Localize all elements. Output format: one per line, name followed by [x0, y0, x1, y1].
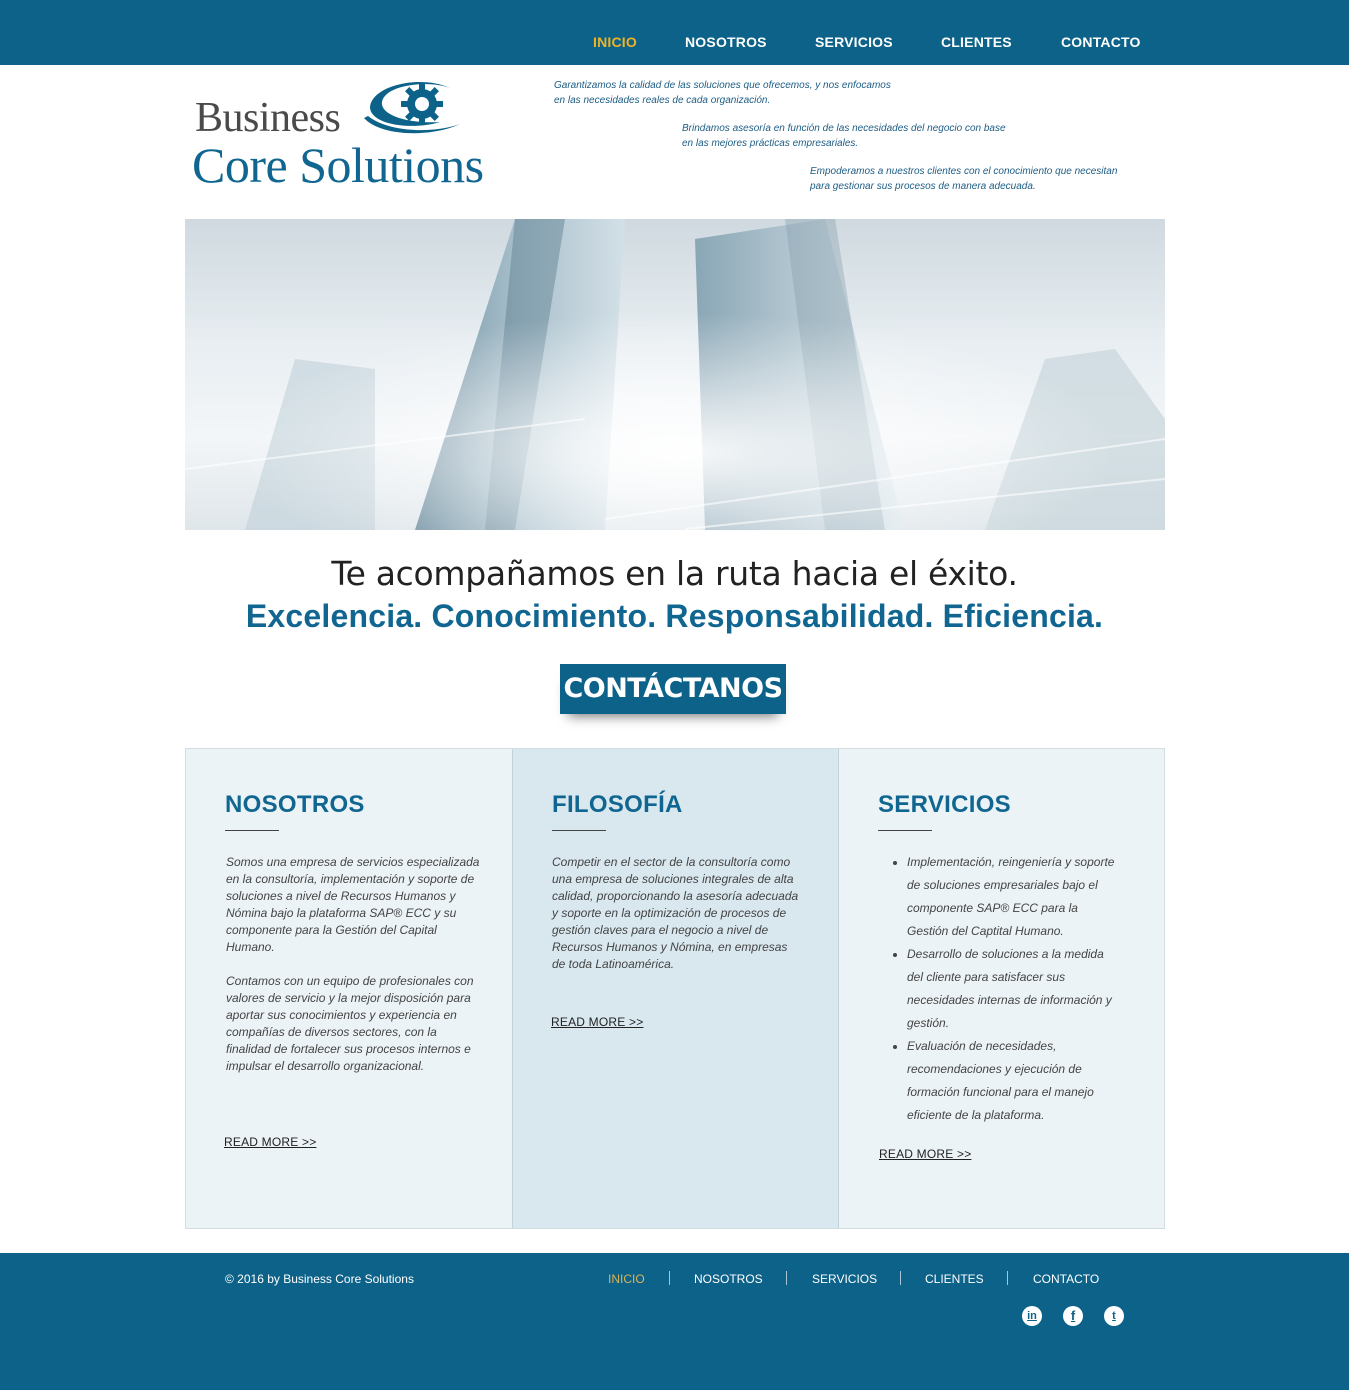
tagline-1-line-1: Garantizamos la calidad de las solucione… [554, 80, 891, 91]
column-title: NOSOTROS [225, 791, 365, 818]
nav-nosotros[interactable]: NOSOTROS [685, 34, 767, 50]
list-item: Implementación, reingeniería y soporte d… [907, 851, 1119, 943]
twitter-icon[interactable]: t [1104, 1306, 1124, 1326]
column-text: Contamos con un equipo de profesionales … [226, 974, 474, 1073]
values-headline: Excelencia. Conocimiento. Responsabilida… [245, 598, 1104, 634]
services-list: Implementación, reingeniería y soporte d… [879, 851, 1119, 1127]
tagline-2-line-1: Brindamos asesoría en función de las nec… [682, 123, 1006, 134]
logo-line-1: Business [195, 95, 341, 141]
footer-nav-contacto[interactable]: CONTACTO [1033, 1272, 1099, 1286]
nav-separator [786, 1271, 787, 1285]
linkedin-icon[interactable]: in [1022, 1306, 1042, 1326]
tagline-3-line-1: Empoderamos a nuestros clientes con el c… [810, 166, 1118, 177]
copyright: © 2016 by Business Core Solutions [225, 1272, 414, 1286]
tagline-1: Garantizamos la calidad de las solucione… [554, 78, 974, 108]
skyscrapers-image [185, 219, 1165, 530]
nav-servicios[interactable]: SERVICIOS [815, 34, 893, 50]
footer-nav-clientes[interactable]: CLIENTES [925, 1272, 984, 1286]
logo-line-2: Core Solutions [192, 137, 484, 193]
tagline-2: Brindamos asesoría en función de las nec… [682, 121, 1102, 151]
facebook-icon[interactable]: f [1063, 1306, 1083, 1326]
nav-separator [1007, 1271, 1008, 1285]
nav-separator [900, 1271, 901, 1285]
read-more-link[interactable]: READ MORE >> [224, 1135, 316, 1149]
nav-separator [669, 1271, 670, 1285]
nav-inicio[interactable]: INICIO [593, 34, 637, 50]
company-logo[interactable]: Business Core Solutions [190, 78, 510, 193]
info-columns: NOSOTROS Somos una empresa de servicios … [185, 748, 1165, 1229]
column-title: SERVICIOS [878, 791, 1011, 818]
footer [0, 1253, 1349, 1390]
tagline-1-line-2: en las necesidades reales de cada organi… [554, 95, 771, 106]
title-divider [552, 830, 606, 831]
footer-nav-nosotros[interactable]: NOSOTROS [694, 1272, 763, 1286]
contact-button[interactable]: CONTÁCTANOS [560, 664, 786, 714]
hero-image [185, 219, 1165, 530]
nav-contacto[interactable]: CONTACTO [1061, 34, 1141, 50]
headline: Te acompañamos en la ruta hacia el éxito… [331, 554, 1018, 593]
list-item: Desarrollo de soluciones a la medida del… [907, 943, 1119, 1035]
column-text: Somos una empresa de servicios especiali… [226, 855, 480, 954]
main-nav: INICIO NOSOTROS SERVICIOS CLIENTES CONTA… [0, 0, 1349, 65]
footer-nav-inicio[interactable]: INICIO [608, 1272, 645, 1286]
column-nosotros: NOSOTROS Somos una empresa de servicios … [186, 749, 512, 1228]
list-item: Evaluación de necesidades, recomendacion… [907, 1035, 1119, 1127]
title-divider [225, 830, 279, 831]
title-divider [878, 830, 932, 831]
column-text: Competir en el sector de la consultoría … [552, 855, 799, 971]
column-servicios: SERVICIOS Implementación, reingeniería y… [839, 749, 1164, 1228]
footer-nav-servicios[interactable]: SERVICIOS [812, 1272, 877, 1286]
gear-logo-icon [364, 81, 460, 134]
read-more-link[interactable]: READ MORE >> [879, 1147, 971, 1161]
read-more-link[interactable]: READ MORE >> [551, 1015, 643, 1029]
tagline-3-line-2: para gestionar sus procesos de manera ad… [810, 181, 1036, 192]
tagline-2-line-2: en las mejores prácticas empresariales. [682, 138, 859, 149]
column-title: FILOSOFÍA [552, 791, 683, 818]
nav-clientes[interactable]: CLIENTES [941, 34, 1012, 50]
column-filosofia: FILOSOFÍA Competir en el sector de la co… [512, 749, 839, 1228]
tagline-3: Empoderamos a nuestros clientes con el c… [810, 164, 1170, 194]
